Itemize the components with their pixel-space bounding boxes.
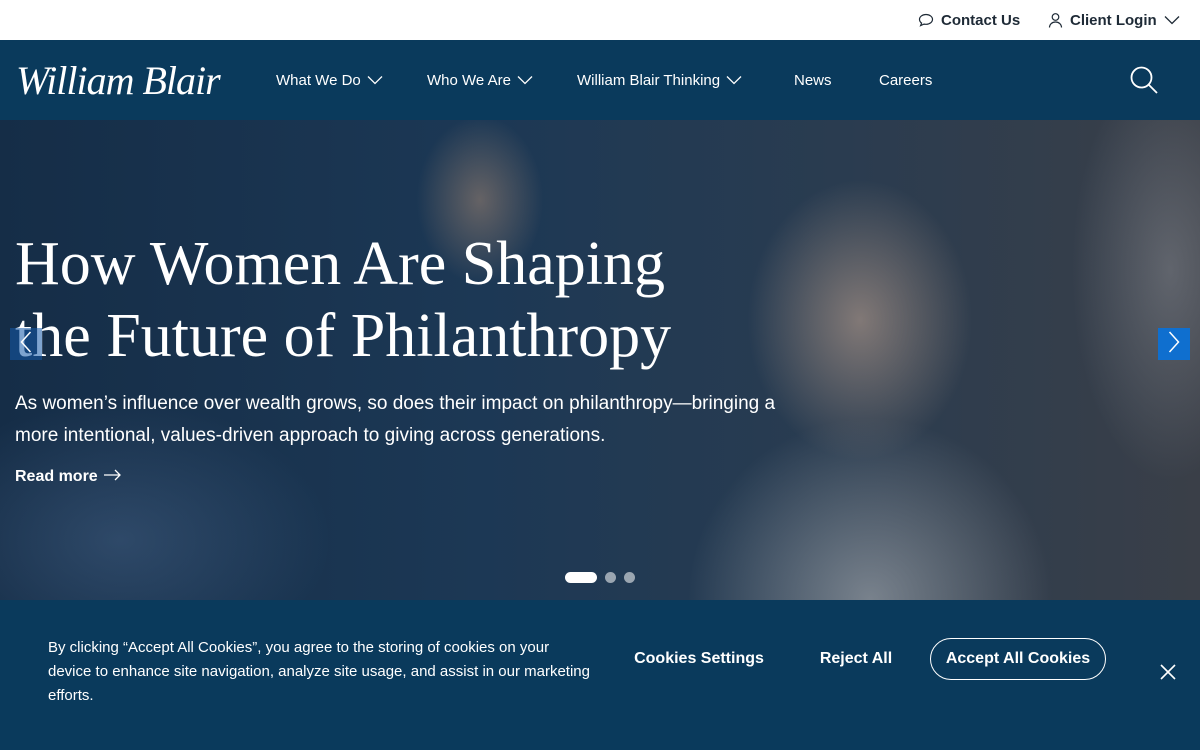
utility-bar: Contact Us Client Login xyxy=(0,0,1200,40)
contact-us-link[interactable]: Contact Us xyxy=(918,0,1020,40)
carousel-next-button[interactable] xyxy=(1158,328,1190,360)
main-nav: William Blair What We Do Who We Are Will… xyxy=(0,40,1200,120)
nav-item-label: Careers xyxy=(879,71,933,89)
nav-item-william-blair-thinking[interactable]: William Blair Thinking xyxy=(577,40,742,120)
arrow-right-icon xyxy=(103,468,122,486)
carousel-dot-2[interactable] xyxy=(605,572,616,583)
nav-item-label: News xyxy=(794,71,832,89)
hero-carousel: How Women Are Shaping the Future of Phil… xyxy=(0,120,1200,600)
logo[interactable]: William Blair xyxy=(16,56,221,104)
chat-bubble-icon xyxy=(918,13,934,27)
client-login-label: Client Login xyxy=(1070,11,1157,29)
read-more-label: Read more xyxy=(15,468,98,485)
nav-item-who-we-are[interactable]: Who We Are xyxy=(427,40,533,120)
search-button[interactable] xyxy=(1128,64,1160,96)
accept-all-cookies-button[interactable]: Accept All Cookies xyxy=(930,638,1106,680)
close-banner-button[interactable] xyxy=(1156,660,1180,684)
chevron-down-icon xyxy=(367,72,383,89)
nav-item-what-we-do[interactable]: What We Do xyxy=(276,40,383,120)
carousel-dot-1[interactable] xyxy=(565,572,597,583)
client-login-link[interactable]: Client Login xyxy=(1048,0,1180,40)
search-icon xyxy=(1128,66,1160,100)
hero-title: How Women Are Shaping the Future of Phil… xyxy=(15,228,775,372)
reject-all-button[interactable]: Reject All xyxy=(812,638,900,680)
carousel-dot-3[interactable] xyxy=(624,572,635,583)
nav-item-label: What We Do xyxy=(276,71,361,89)
chevron-left-icon xyxy=(20,330,32,358)
read-more-link[interactable]: Read more xyxy=(15,468,122,486)
user-icon xyxy=(1048,12,1063,28)
chevron-down-icon xyxy=(1164,15,1180,25)
nav-item-careers[interactable]: Careers xyxy=(879,40,932,120)
carousel-dots xyxy=(565,572,635,583)
nav-item-label: William Blair Thinking xyxy=(577,71,721,89)
close-icon xyxy=(1156,664,1180,688)
carousel-prev-button[interactable] xyxy=(10,328,42,360)
nav-item-news[interactable]: News xyxy=(794,40,832,120)
chevron-right-icon xyxy=(1168,330,1180,358)
hero-title-line-2: the Future of Philanthropy xyxy=(15,302,672,370)
nav-item-label: Who We Are xyxy=(427,71,511,89)
cookie-consent-text: By clicking “Accept All Cookies”, you ag… xyxy=(48,639,590,704)
contact-us-label: Contact Us xyxy=(941,11,1021,29)
hero-title-line-1: How Women Are Shaping xyxy=(15,230,665,298)
cookie-banner: By clicking “Accept All Cookies”, you ag… xyxy=(0,600,1200,750)
cookies-settings-button[interactable]: Cookies Settings xyxy=(628,638,770,680)
hero-description: As women’s influence over wealth grows, … xyxy=(15,393,776,446)
chevron-down-icon xyxy=(726,72,742,89)
chevron-down-icon xyxy=(517,72,533,89)
